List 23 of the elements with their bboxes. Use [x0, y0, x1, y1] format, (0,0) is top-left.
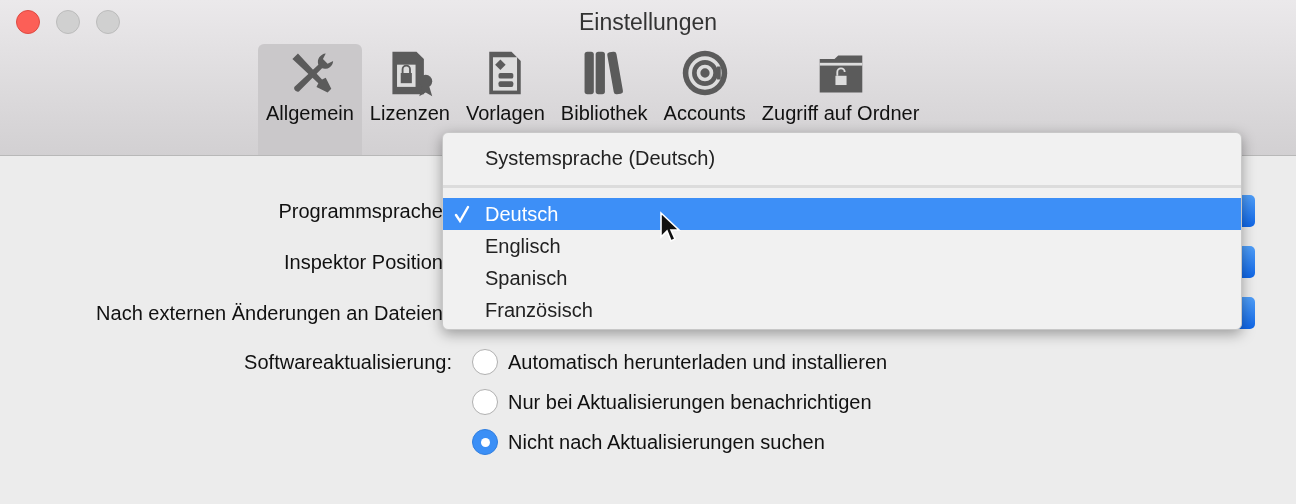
setting-label: Nach externen Änderungen an Dateien: [95, 301, 443, 326]
locked-folder-icon: [819, 55, 862, 93]
books-icon: [584, 51, 624, 95]
radio-button[interactable]: [472, 389, 498, 415]
menu-item[interactable]: Französisch: [443, 294, 1241, 326]
setting-label: Softwareaktualisierung:: [243, 350, 452, 375]
toolbar-tab[interactable]: Allgemein: [258, 44, 362, 155]
window-title: Einstellungen: [578, 7, 718, 37]
setting-label: Inspektor Position: [283, 250, 443, 275]
radio-label: Nur bei Aktualisierungen benachrichtigen: [508, 390, 872, 415]
menu-item[interactable]: Systemsprache (Deutsch): [443, 142, 1241, 174]
menu-item[interactable]: Spanisch: [443, 262, 1241, 294]
radio-label: Automatisch herunterladen und installieren: [508, 350, 888, 375]
setting-label: Programmsprache: [277, 199, 443, 224]
tools-icon: [292, 53, 334, 93]
radio-button[interactable]: [472, 349, 498, 375]
radio-label: Nicht nach Aktualisierungen suchen: [508, 430, 825, 455]
document-icon: [489, 51, 522, 95]
close-button[interactable]: [16, 10, 40, 34]
menu-item[interactable]: Englisch: [443, 230, 1241, 262]
certificate-lock-icon: [392, 51, 433, 97]
radio-button[interactable]: [472, 429, 498, 455]
cursor-icon: [659, 211, 681, 245]
